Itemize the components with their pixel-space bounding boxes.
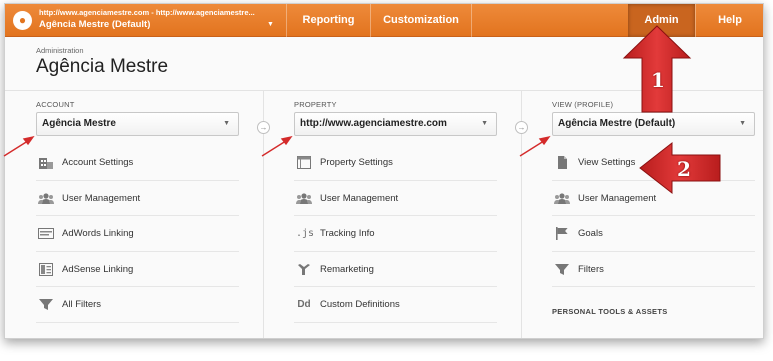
tab-customization[interactable]: Customization xyxy=(371,4,471,37)
item-label: Filters xyxy=(578,263,604,275)
chevron-down-icon: ▼ xyxy=(223,120,230,127)
property-column: PROPERTY http://www.agenciamestre.com ▼ … xyxy=(294,100,497,323)
account-label: ACCOUNT xyxy=(36,100,75,109)
dd-icon: Dd xyxy=(297,299,311,310)
account-user-management-item[interactable]: User Management xyxy=(36,181,239,216)
item-label: User Management xyxy=(578,192,657,204)
users-icon xyxy=(554,192,570,205)
account-switcher[interactable]: http://www.agenciamestre.com - http://ww… xyxy=(39,8,279,34)
arrow-right-icon: → xyxy=(257,121,270,134)
adsense-icon xyxy=(38,262,54,276)
page-title: Agência Mestre xyxy=(36,56,169,77)
remarketing-item[interactable]: Remarketing xyxy=(294,252,497,287)
property-select[interactable]: http://www.agenciamestre.com ▼ xyxy=(294,112,497,136)
top-navigation-bar: ● http://www.agenciamestre.com - http://… xyxy=(5,4,763,37)
item-label: Goals xyxy=(578,228,603,239)
item-label: Account Settings xyxy=(62,157,134,168)
view-select-value: Agência Mestre (Default) xyxy=(558,118,676,129)
chevron-down-icon: ▼ xyxy=(481,120,488,127)
header-divider xyxy=(5,90,763,91)
account-view-name: Agência Mestre (Default) xyxy=(39,19,151,30)
chevron-down-icon: ▼ xyxy=(267,21,274,28)
step-number-2: 2 xyxy=(677,157,691,181)
item-label: AdSense Linking xyxy=(62,263,134,275)
item-label: View Settings xyxy=(578,157,636,168)
analytics-admin-window: ● http://www.agenciamestre.com - http://… xyxy=(4,3,764,339)
breadcrumb: Administration xyxy=(36,46,84,55)
section-label: PERSONAL TOOLS & ASSETS xyxy=(552,307,668,316)
view-select[interactable]: Agência Mestre (Default) ▼ xyxy=(552,112,755,136)
view-settings-item[interactable]: View Settings xyxy=(552,145,755,181)
tab-admin[interactable]: Admin xyxy=(628,4,695,37)
personal-tools-heading: PERSONAL TOOLS & ASSETS xyxy=(552,287,755,322)
filter-icon xyxy=(554,263,570,276)
view-column: VIEW (PROFILE) Agência Mestre (Default) … xyxy=(552,100,755,322)
adwords-icon xyxy=(38,227,54,240)
users-icon xyxy=(38,192,54,205)
account-settings-item[interactable]: Account Settings xyxy=(36,145,239,181)
item-label: Remarketing xyxy=(320,263,374,275)
nav-divider xyxy=(471,4,472,37)
account-column: ACCOUNT Agência Mestre ▼ Account Setting… xyxy=(36,100,239,323)
flag-icon xyxy=(554,227,570,240)
item-label: AdWords Linking xyxy=(62,228,134,239)
chevron-down-icon: ▼ xyxy=(739,120,746,127)
js-icon: .js xyxy=(296,228,315,239)
account-select[interactable]: Agência Mestre ▼ xyxy=(36,112,239,136)
globe-icon[interactable]: ● xyxy=(13,11,32,30)
adwords-linking-item[interactable]: AdWords Linking xyxy=(36,216,239,252)
step-number-1: 1 xyxy=(651,68,665,92)
building-icon xyxy=(38,156,54,169)
document-icon xyxy=(554,156,570,169)
item-label: User Management xyxy=(62,192,141,204)
property-label: PROPERTY xyxy=(294,100,337,109)
goals-item[interactable]: Goals xyxy=(552,216,755,252)
custom-definitions-item[interactable]: Dd Custom Definitions xyxy=(294,287,497,323)
users-icon xyxy=(296,192,312,205)
item-label: All Filters xyxy=(62,299,102,310)
all-filters-item[interactable]: All Filters xyxy=(36,287,239,323)
account-select-value: Agência Mestre xyxy=(42,118,116,129)
view-label: VIEW (PROFILE) xyxy=(552,100,614,109)
adsense-linking-item[interactable]: AdSense Linking xyxy=(36,252,239,287)
item-label: User Management xyxy=(320,192,399,204)
account-url: http://www.agenciamestre.com - http://ww… xyxy=(39,8,255,17)
tab-reporting[interactable]: Reporting xyxy=(287,4,370,37)
filter-icon xyxy=(38,298,54,311)
tab-help[interactable]: Help xyxy=(696,4,763,37)
filters-item[interactable]: Filters xyxy=(552,252,755,287)
window-icon xyxy=(296,156,312,169)
property-select-value: http://www.agenciamestre.com xyxy=(300,118,447,129)
tracking-info-item[interactable]: .js Tracking Info xyxy=(294,216,497,252)
view-user-management-item[interactable]: User Management xyxy=(552,181,755,216)
item-label: Tracking Info xyxy=(320,228,375,239)
property-settings-item[interactable]: Property Settings xyxy=(294,145,497,181)
remarketing-icon xyxy=(296,263,312,276)
item-label: Custom Definitions xyxy=(320,299,400,310)
property-user-management-item[interactable]: User Management xyxy=(294,181,497,216)
item-label: Property Settings xyxy=(320,157,393,168)
arrow-right-icon: → xyxy=(515,121,528,134)
